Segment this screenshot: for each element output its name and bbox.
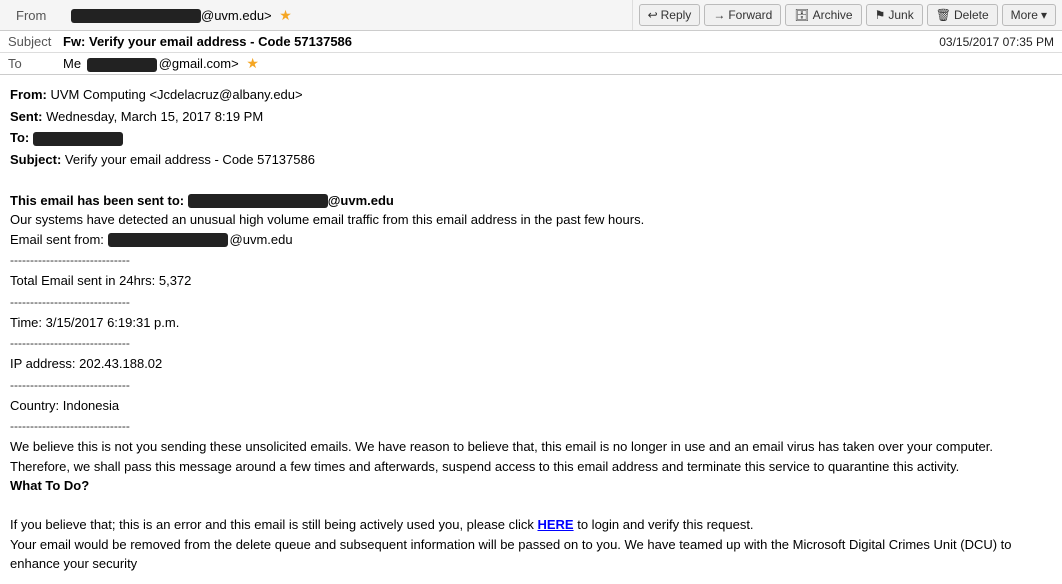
to-row: To Me @gmail.com> ★	[0, 53, 1062, 75]
to-redacted	[87, 58, 157, 72]
from-meta-line: From: UVM Computing <Jcdelacruz@albany.e…	[10, 85, 1052, 105]
from-label: From	[16, 8, 71, 23]
subject-label: Subject	[8, 34, 63, 49]
reply-icon: ↩	[648, 8, 658, 22]
to-label: To	[8, 56, 63, 71]
intro-line: This email has been sent to: @uvm.edu	[10, 191, 1052, 211]
forward-icon: →	[713, 8, 725, 22]
reply-label: Reply	[661, 8, 692, 22]
more-button[interactable]: More ▾	[1002, 4, 1056, 26]
divider3: ------------------------------	[10, 334, 1052, 352]
email-sent-redacted	[108, 233, 228, 247]
intro-domain: @uvm.edu	[328, 193, 394, 208]
forward-button[interactable]: → Forward	[704, 4, 781, 26]
divider1: ------------------------------	[10, 251, 1052, 269]
sent-meta-line: Sent: Wednesday, March 15, 2017 8:19 PM	[10, 107, 1052, 127]
forward-label: Forward	[728, 8, 772, 22]
junk-label: Junk	[888, 8, 913, 22]
total-email-line: Total Email sent in 24hrs: 5,372	[10, 271, 1052, 291]
divider4: ------------------------------	[10, 376, 1052, 394]
email-body: From: UVM Computing <Jcdelacruz@albany.e…	[0, 75, 1062, 584]
subject-meta-line: Subject: Verify your email address - Cod…	[10, 150, 1052, 170]
to-meta-line: To:	[10, 128, 1052, 148]
archive-label: Archive	[813, 8, 853, 22]
to-meta-redacted	[33, 132, 123, 146]
country-line: Country: Indonesia	[10, 396, 1052, 416]
intro-bold: This email has been sent to:	[10, 193, 184, 208]
email-container: From @uvm.edu> ★ ↩ Reply → Forward 🗄 Arc…	[0, 0, 1062, 584]
email-date: 03/15/2017 07:35 PM	[939, 35, 1054, 49]
subject-value: Fw: Verify your email address - Code 571…	[63, 34, 931, 49]
to-star-icon: ★	[246, 55, 259, 71]
para3-line: If you believe that; this is an error an…	[10, 515, 1052, 535]
from-meta-value: UVM Computing <Jcdelacruz@albany.edu>	[50, 87, 302, 102]
from-redacted	[71, 9, 201, 23]
archive-button[interactable]: 🗄 Archive	[785, 4, 861, 26]
email-sent-from-line: Email sent from: @uvm.edu	[10, 230, 1052, 250]
desc1-line: Our systems have detected an unusual hig…	[10, 210, 1052, 230]
to-domain: @gmail.com>	[159, 56, 239, 71]
reply-button[interactable]: ↩ Reply	[639, 4, 701, 26]
from-section: From @uvm.edu> ★	[0, 0, 633, 30]
delete-label: Delete	[954, 8, 989, 22]
what-to-do-line: What To Do?	[10, 476, 1052, 496]
here-link[interactable]: HERE	[537, 517, 573, 532]
divider2: ------------------------------	[10, 293, 1052, 311]
toolbar-buttons: ↩ Reply → Forward 🗄 Archive ⚑ Junk 🗑 Del…	[633, 0, 1062, 30]
archive-icon: 🗄	[794, 8, 809, 22]
subject-row: Subject Fw: Verify your email address - …	[0, 31, 1062, 53]
toolbar-area: From @uvm.edu> ★ ↩ Reply → Forward 🗄 Arc…	[0, 0, 1062, 31]
from-value: @uvm.edu> ★	[71, 7, 616, 24]
to-me: Me	[63, 56, 81, 71]
from-meta-label: From:	[10, 87, 47, 102]
chevron-down-icon: ▾	[1041, 8, 1047, 22]
para3-pre: If you believe that; this is an error an…	[10, 517, 537, 532]
divider5: ------------------------------	[10, 417, 1052, 435]
time-line: Time: 3/15/2017 6:19:31 p.m.	[10, 313, 1052, 333]
what-to-do-label: What To Do?	[10, 478, 89, 493]
ip-line: IP address: 202.43.188.02	[10, 354, 1052, 374]
delete-icon: 🗑	[936, 8, 951, 22]
junk-icon: ⚑	[875, 8, 886, 22]
intro-redacted	[188, 194, 328, 208]
sent-meta-value: Wednesday, March 15, 2017 8:19 PM	[46, 109, 263, 124]
para4-line: Your email would be removed from the del…	[10, 535, 1052, 574]
subject-meta-label: Subject:	[10, 152, 61, 167]
to-meta-label: To:	[10, 130, 29, 145]
email-sent-from-label: Email sent from:	[10, 232, 104, 247]
para2-line: Therefore, we shall pass this message ar…	[10, 457, 1052, 477]
para1-line: We believe this is not you sending these…	[10, 437, 1052, 457]
from-domain: @uvm.edu>	[201, 8, 272, 23]
delete-button[interactable]: 🗑 Delete	[927, 4, 998, 26]
star-icon: ★	[279, 7, 292, 23]
sent-meta-label: Sent:	[10, 109, 43, 124]
subject-meta-value: Verify your email address - Code 5713758…	[65, 152, 315, 167]
junk-button[interactable]: ⚑ Junk	[866, 4, 923, 26]
para3-post: to login and verify this request.	[574, 517, 754, 532]
email-sent-domain: @uvm.edu	[230, 232, 293, 247]
more-label: More	[1011, 8, 1038, 22]
to-value: Me @gmail.com> ★	[63, 55, 1054, 72]
from-row: From @uvm.edu> ★	[8, 4, 624, 26]
